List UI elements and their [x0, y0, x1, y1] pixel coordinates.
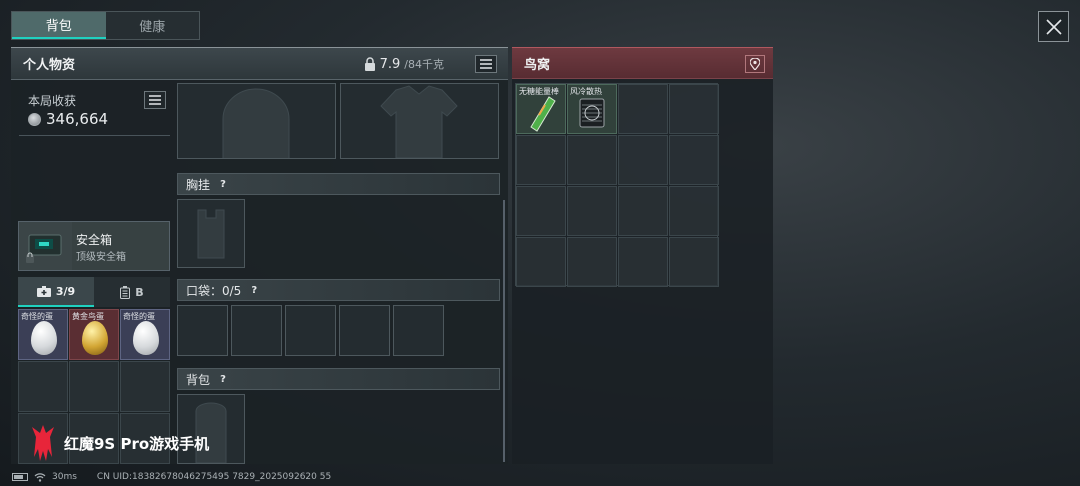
close-button[interactable] — [1038, 11, 1069, 42]
haul-list-button[interactable] — [144, 91, 166, 109]
tab-medkit[interactable]: 3/9 — [18, 277, 94, 307]
empty-slot[interactable] — [618, 84, 668, 134]
redmagic-logo-icon — [32, 425, 54, 461]
item-label: 奇怪的蛋 — [21, 312, 53, 321]
egg-icon — [31, 321, 57, 355]
help-icon[interactable]: ? — [216, 177, 230, 191]
chest-rig-label: 胸挂 — [186, 177, 211, 192]
ping-value: 30ms — [52, 472, 77, 482]
haul-value-row: 346,664 — [28, 110, 108, 128]
pocket-slots — [177, 305, 444, 356]
tab-device[interactable]: B — [94, 277, 170, 307]
battery-icon — [12, 473, 28, 481]
backpack-label: 背包 — [186, 372, 211, 387]
status-bar: 30ms CN UID:18382678046275495 7829_20250… — [12, 470, 331, 484]
empty-slot[interactable] — [18, 361, 68, 412]
help-icon[interactable]: ? — [247, 283, 261, 297]
empty-slot[interactable] — [567, 237, 617, 287]
haul-title: 本局收获 — [28, 94, 77, 108]
item-slot[interactable]: 奇怪的蛋 — [120, 309, 170, 360]
coin-icon — [28, 112, 41, 126]
tab-backpack[interactable]: 背包 — [12, 12, 106, 39]
empty-slot[interactable] — [120, 361, 170, 412]
backpack-header: 背包 ? — [177, 368, 500, 390]
close-icon — [1045, 18, 1062, 35]
energy-bar-icon — [530, 96, 556, 132]
tab-device-label: B — [135, 285, 144, 299]
bird-nest-title: 鸟窝 — [524, 57, 551, 73]
helmet-slot[interactable] — [177, 83, 336, 159]
haul-value: 346,664 — [46, 110, 109, 128]
pocket-slot[interactable] — [231, 305, 282, 356]
empty-slot[interactable] — [567, 186, 617, 236]
location-pin-icon — [750, 58, 760, 70]
item-label: 黄金鸟蛋 — [72, 312, 104, 321]
pocket-slot[interactable] — [177, 305, 228, 356]
empty-slot[interactable] — [618, 186, 668, 236]
device-watermark: 红魔9S Pro游戏手机 — [28, 423, 209, 463]
bird-nest-grid: 无糖能量棒 风冷散热 — [515, 83, 719, 287]
wifi-icon — [34, 472, 46, 482]
device-icon — [120, 285, 131, 299]
empty-slot[interactable] — [669, 135, 719, 185]
item-label: 奇怪的蛋 — [123, 312, 155, 321]
top-tabs: 背包 健康 — [11, 11, 200, 40]
panel-title: 个人物资 — [23, 58, 76, 73]
item-slot[interactable]: 无糖能量棒 — [516, 84, 566, 134]
weight-max: /84千克 — [404, 58, 444, 71]
sort-button[interactable] — [475, 55, 497, 73]
empty-slot[interactable] — [669, 186, 719, 236]
uid-text: CN UID:18382678046275495 7829_2025092620… — [96, 472, 332, 482]
empty-slot[interactable] — [516, 237, 566, 287]
location-button[interactable] — [745, 55, 765, 73]
scrollbar[interactable] — [503, 200, 505, 462]
item-slot[interactable]: 奇怪的蛋 — [18, 309, 68, 360]
weight-current: 7.9 — [379, 56, 401, 72]
safe-box-image — [19, 222, 72, 270]
empty-slot[interactable] — [567, 135, 617, 185]
pocket-header: 口袋：0/5 ? — [177, 279, 500, 301]
pocket-slot[interactable] — [339, 305, 390, 356]
empty-slot[interactable] — [618, 135, 668, 185]
egg-icon — [133, 321, 159, 355]
safe-box[interactable]: 安全箱 顶级安全箱 — [18, 221, 170, 271]
help-icon[interactable]: ? — [216, 372, 230, 386]
cooler-icon — [579, 98, 605, 128]
personal-supplies-header: 个人物资 7.9 /84千克 — [11, 48, 508, 80]
empty-slot[interactable] — [69, 361, 119, 412]
empty-slot[interactable] — [669, 84, 719, 134]
golden-egg-icon — [82, 321, 108, 355]
watermark-text: 红魔9S Pro游戏手机 — [64, 434, 210, 453]
weight-indicator: 7.9 /84千克 — [364, 56, 444, 72]
armor-icon — [380, 85, 458, 159]
container-tabs: 3/9 B — [18, 277, 170, 307]
item-slot[interactable]: 黄金鸟蛋 — [69, 309, 119, 360]
lock-icon — [364, 57, 375, 71]
armor-slot[interactable] — [340, 83, 499, 159]
empty-slot[interactable] — [618, 237, 668, 287]
pocket-slot[interactable] — [393, 305, 444, 356]
chest-rig-header: 胸挂 ? — [177, 173, 500, 195]
safe-box-name: 安全箱 — [76, 233, 113, 247]
helmet-icon — [222, 88, 290, 158]
tab-health[interactable]: 健康 — [106, 12, 200, 39]
bird-nest-header: 鸟窝 — [512, 47, 773, 79]
empty-slot[interactable] — [669, 237, 719, 287]
vest-icon — [197, 209, 225, 259]
item-slot[interactable]: 风冷散热 — [567, 84, 617, 134]
safe-box-type: 顶级安全箱 — [76, 252, 126, 263]
tab-medkit-label: 3/9 — [55, 284, 76, 298]
pocket-slot[interactable] — [285, 305, 336, 356]
safe-case-icon — [26, 234, 62, 263]
pocket-label: 口袋：0/5 — [186, 283, 242, 298]
empty-slot[interactable] — [516, 186, 566, 236]
round-haul: 本局收获 346,664 — [19, 83, 170, 136]
empty-slot[interactable] — [516, 135, 566, 185]
chest-rig-slot[interactable] — [177, 199, 245, 268]
list-icon — [149, 95, 161, 105]
list-icon — [480, 59, 492, 69]
medkit-icon — [36, 285, 51, 297]
